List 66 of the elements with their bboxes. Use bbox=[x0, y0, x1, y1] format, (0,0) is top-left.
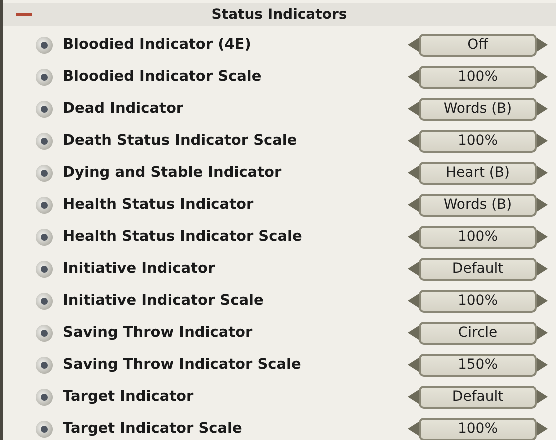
previous-arrow-icon[interactable] bbox=[408, 198, 419, 212]
previous-arrow-icon[interactable] bbox=[408, 358, 419, 372]
next-arrow-icon[interactable] bbox=[537, 294, 548, 308]
option-knob-icon bbox=[36, 420, 53, 438]
option-value-button[interactable]: 100% bbox=[419, 66, 537, 88]
option-value-button[interactable]: 100% bbox=[419, 290, 537, 312]
next-arrow-icon[interactable] bbox=[537, 198, 548, 212]
option-label: Target Indicator Scale bbox=[63, 421, 244, 437]
previous-arrow-icon[interactable] bbox=[408, 390, 419, 404]
next-arrow-icon[interactable] bbox=[537, 262, 548, 276]
option-value-button[interactable]: Default bbox=[419, 386, 537, 408]
option-value-button[interactable]: Off bbox=[419, 34, 537, 56]
previous-arrow-icon[interactable] bbox=[408, 422, 419, 436]
next-arrow-icon[interactable] bbox=[537, 70, 548, 84]
previous-arrow-icon[interactable] bbox=[408, 38, 419, 52]
option-knob-icon bbox=[36, 324, 53, 342]
previous-arrow-icon[interactable] bbox=[408, 230, 419, 244]
option-label: Dead Indicator bbox=[63, 101, 185, 117]
option-label: Death Status Indicator Scale bbox=[63, 133, 298, 149]
option-label: Saving Throw Indicator Scale bbox=[63, 357, 302, 373]
option-label: Bloodied Indicator (4E) bbox=[63, 37, 252, 53]
next-arrow-icon[interactable] bbox=[537, 422, 548, 436]
previous-arrow-icon[interactable] bbox=[408, 262, 419, 276]
next-arrow-icon[interactable] bbox=[537, 166, 548, 180]
previous-arrow-icon[interactable] bbox=[408, 326, 419, 340]
option-knob-icon bbox=[36, 164, 53, 182]
previous-arrow-icon[interactable] bbox=[408, 102, 419, 116]
previous-arrow-icon[interactable] bbox=[408, 166, 419, 180]
option-knob-icon bbox=[36, 260, 53, 278]
option-knob-icon bbox=[36, 36, 53, 54]
option-label: Health Status Indicator bbox=[63, 197, 255, 213]
section-title: Status Indicators bbox=[210, 6, 348, 22]
option-label: Bloodied Indicator Scale bbox=[63, 69, 263, 85]
option-label: Initiative Indicator bbox=[63, 261, 216, 277]
option-knob-icon bbox=[36, 388, 53, 406]
next-arrow-icon[interactable] bbox=[537, 102, 548, 116]
next-arrow-icon[interactable] bbox=[537, 38, 548, 52]
option-knob-icon bbox=[36, 292, 53, 310]
option-value-button[interactable]: 100% bbox=[419, 226, 537, 248]
next-arrow-icon[interactable] bbox=[537, 230, 548, 244]
next-arrow-icon[interactable] bbox=[537, 326, 548, 340]
option-label: Saving Throw Indicator bbox=[63, 325, 254, 341]
next-arrow-icon[interactable] bbox=[537, 358, 548, 372]
option-knob-icon bbox=[36, 356, 53, 374]
option-label: Dying and Stable Indicator bbox=[63, 165, 283, 181]
option-knob-icon bbox=[36, 68, 53, 86]
option-value-button[interactable]: 150% bbox=[419, 354, 537, 376]
option-value-button[interactable]: 100% bbox=[419, 418, 537, 440]
option-label: Initiative Indicator Scale bbox=[63, 293, 265, 309]
option-value-button[interactable]: Words (B) bbox=[419, 98, 537, 120]
option-value-button[interactable]: Words (B) bbox=[419, 194, 537, 216]
option-knob-icon bbox=[36, 228, 53, 246]
option-value-button[interactable]: Default bbox=[419, 258, 537, 280]
previous-arrow-icon[interactable] bbox=[408, 134, 419, 148]
next-arrow-icon[interactable] bbox=[537, 134, 548, 148]
previous-arrow-icon[interactable] bbox=[408, 70, 419, 84]
option-label: Target Indicator bbox=[63, 389, 195, 405]
next-arrow-icon[interactable] bbox=[537, 390, 548, 404]
previous-arrow-icon[interactable] bbox=[408, 294, 419, 308]
option-label: Health Status Indicator Scale bbox=[63, 229, 304, 245]
option-knob-icon bbox=[36, 196, 53, 214]
option-value-button[interactable]: Heart (B) bbox=[419, 162, 537, 184]
option-value-button[interactable]: Circle bbox=[419, 322, 537, 344]
option-value-button[interactable]: 100% bbox=[419, 130, 537, 152]
option-knob-icon bbox=[36, 100, 53, 118]
option-knob-icon bbox=[36, 132, 53, 150]
